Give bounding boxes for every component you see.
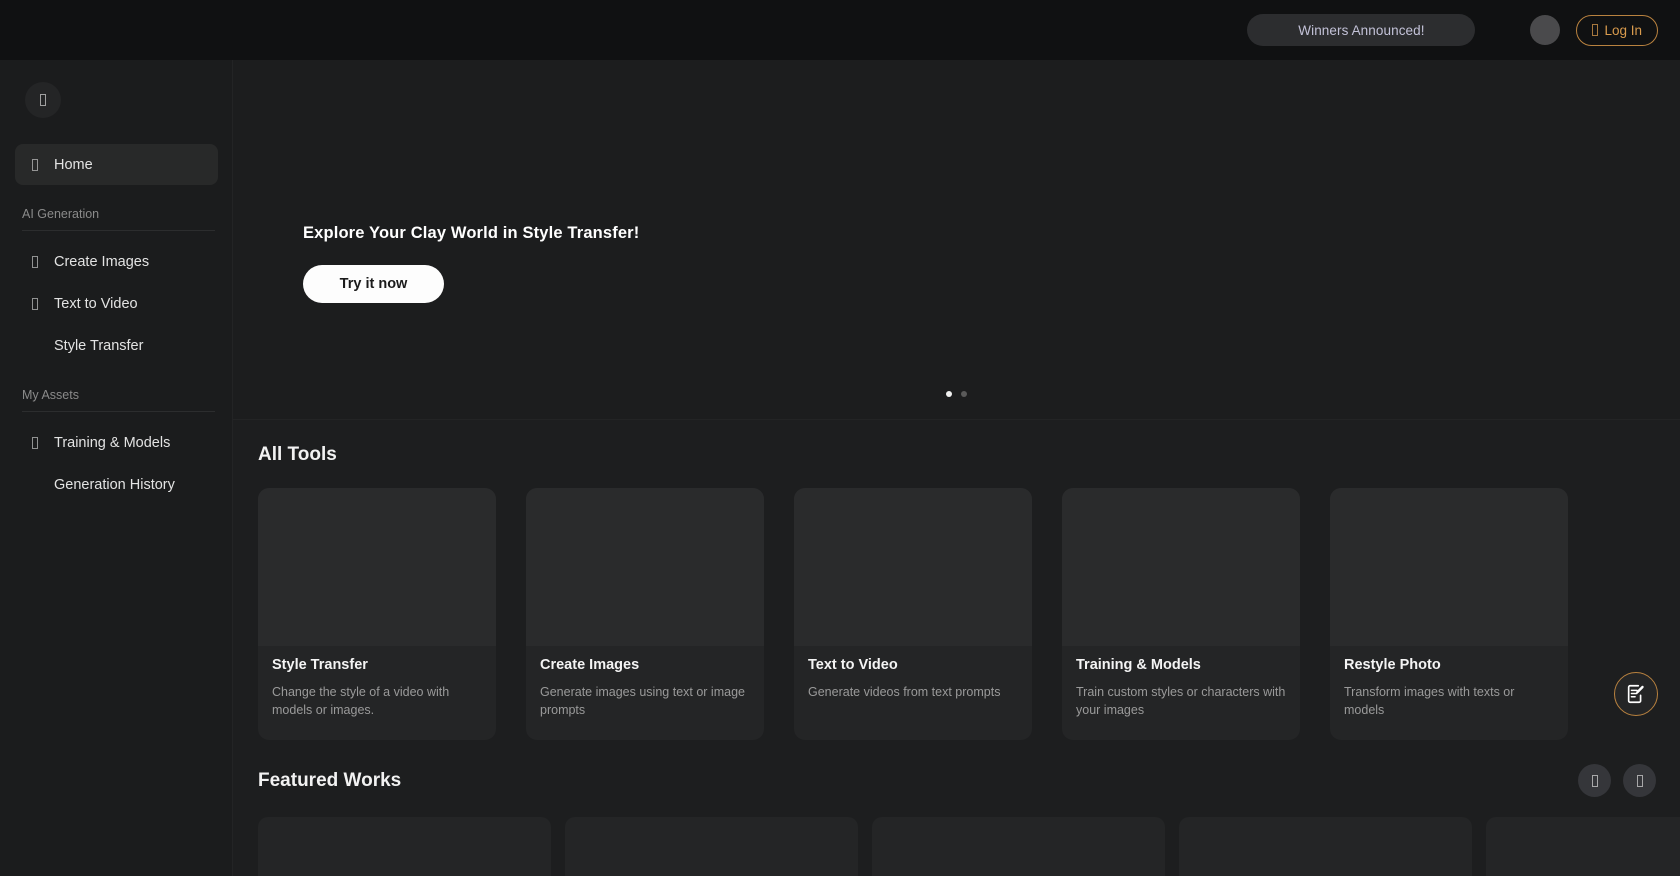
- sidebar-item-style-transfer[interactable]: Style Transfer: [15, 325, 218, 366]
- login-button[interactable]: Log In: [1576, 14, 1658, 46]
- chevron-right-icon[interactable]: [1623, 764, 1656, 797]
- all-tools-row: Style Transfer Change the style of a vid…: [233, 466, 1680, 740]
- tool-thumbnail: [526, 488, 764, 646]
- featured-works-row: [233, 797, 1680, 876]
- tool-thumbnail: [794, 488, 1032, 646]
- panel-collapse-icon[interactable]: [25, 82, 61, 118]
- sidebar-item-label: Home: [54, 156, 93, 173]
- sidebar-item-text-to-video[interactable]: Text to Video: [15, 283, 218, 324]
- tool-description: Train custom styles or characters with y…: [1076, 685, 1286, 717]
- hero-banner[interactable]: Explore Your Clay World in Style Transfe…: [233, 60, 1680, 420]
- tool-description: Generate videos from text prompts: [808, 685, 1001, 699]
- image-icon: [28, 255, 42, 268]
- tool-thumbnail: [258, 488, 496, 646]
- video-icon: [28, 297, 42, 310]
- tool-description: Change the style of a video with models …: [272, 685, 450, 717]
- featured-work-card[interactable]: [1486, 817, 1680, 876]
- sidebar-item-generation-history[interactable]: Generation History: [15, 464, 218, 505]
- tool-name: Training & Models: [1076, 657, 1201, 673]
- main-content: Explore Your Clay World in Style Transfe…: [233, 60, 1680, 876]
- app-root: Winners Announced! Log In Home AI Genera…: [0, 0, 1680, 876]
- featured-works-header: Featured Works: [233, 740, 1680, 797]
- sidebar-nav: Home AI Generation Create Images Text to…: [0, 144, 233, 505]
- tool-name: Restyle Photo: [1344, 657, 1441, 673]
- feedback-note-pencil-icon: [1627, 684, 1644, 704]
- collapse-glyph: [40, 94, 46, 106]
- sidebar-section-ai-generation: AI Generation: [22, 207, 215, 231]
- try-it-now-button[interactable]: Try it now: [303, 265, 444, 303]
- sidebar-group-my-assets: Training & Models Generation History: [0, 422, 233, 505]
- tool-name: Create Images: [540, 657, 640, 673]
- hero-title: Explore Your Clay World in Style Transfe…: [303, 224, 640, 242]
- tool-name: Text to Video: [808, 657, 898, 673]
- featured-work-card[interactable]: [565, 817, 858, 876]
- tool-thumbnail: [1062, 488, 1300, 646]
- sidebar: Home AI Generation Create Images Text to…: [0, 60, 233, 876]
- home-icon: [28, 158, 42, 171]
- featured-work-card[interactable]: [872, 817, 1165, 876]
- sidebar-item-create-images[interactable]: Create Images: [15, 241, 218, 282]
- announcement-pill[interactable]: Winners Announced!: [1247, 14, 1476, 46]
- featured-carousel-nav: [1578, 764, 1656, 797]
- sidebar-item-home[interactable]: Home: [15, 144, 218, 185]
- tool-card[interactable]: Style Transfer Change the style of a vid…: [258, 488, 496, 740]
- hero-content: Explore Your Clay World in Style Transfe…: [303, 224, 639, 303]
- avatar[interactable]: [1530, 15, 1561, 45]
- tool-description: Generate images using text or image prom…: [540, 685, 745, 717]
- cube-icon: [28, 436, 42, 449]
- tool-card[interactable]: Text to Video Generate videos from text …: [794, 488, 1032, 740]
- sidebar-item-training-and-models[interactable]: Training & Models: [15, 422, 218, 463]
- chevron-left-icon[interactable]: [1578, 764, 1611, 797]
- login-label: Log In: [1604, 22, 1642, 38]
- user-icon: [1592, 24, 1599, 36]
- sidebar-item-label: Text to Video: [54, 295, 138, 312]
- carousel-dot-1[interactable]: [946, 391, 952, 397]
- carousel-dot-2[interactable]: [961, 391, 967, 397]
- tool-name: Style Transfer: [272, 657, 368, 673]
- top-header: Winners Announced! Log In: [0, 0, 1680, 60]
- tool-card[interactable]: Restyle Photo Transform images with text…: [1330, 488, 1568, 740]
- feedback-button[interactable]: [1614, 672, 1658, 716]
- sidebar-item-label: Generation History: [54, 476, 175, 493]
- all-tools-title: All Tools: [258, 444, 337, 465]
- tool-card[interactable]: Create Images Generate images using text…: [526, 488, 764, 740]
- tool-thumbnail: [1330, 488, 1568, 646]
- sidebar-item-label: Create Images: [54, 253, 150, 270]
- sidebar-item-label: Training & Models: [54, 434, 171, 451]
- hero-carousel-dots: [233, 391, 1680, 397]
- featured-works-title: Featured Works: [258, 769, 402, 791]
- tool-description: Transform images with texts or models: [1344, 685, 1515, 717]
- tool-card[interactable]: Training & Models Train custom styles or…: [1062, 488, 1300, 740]
- featured-work-card[interactable]: [1179, 817, 1472, 876]
- sidebar-group-ai-generation: Create Images Text to Video Style Transf…: [0, 241, 233, 366]
- announcement-label: Winners Announced!: [1298, 22, 1425, 38]
- sidebar-item-label: Style Transfer: [54, 337, 144, 354]
- featured-work-card[interactable]: [258, 817, 551, 876]
- sidebar-section-my-assets: My Assets: [22, 388, 215, 412]
